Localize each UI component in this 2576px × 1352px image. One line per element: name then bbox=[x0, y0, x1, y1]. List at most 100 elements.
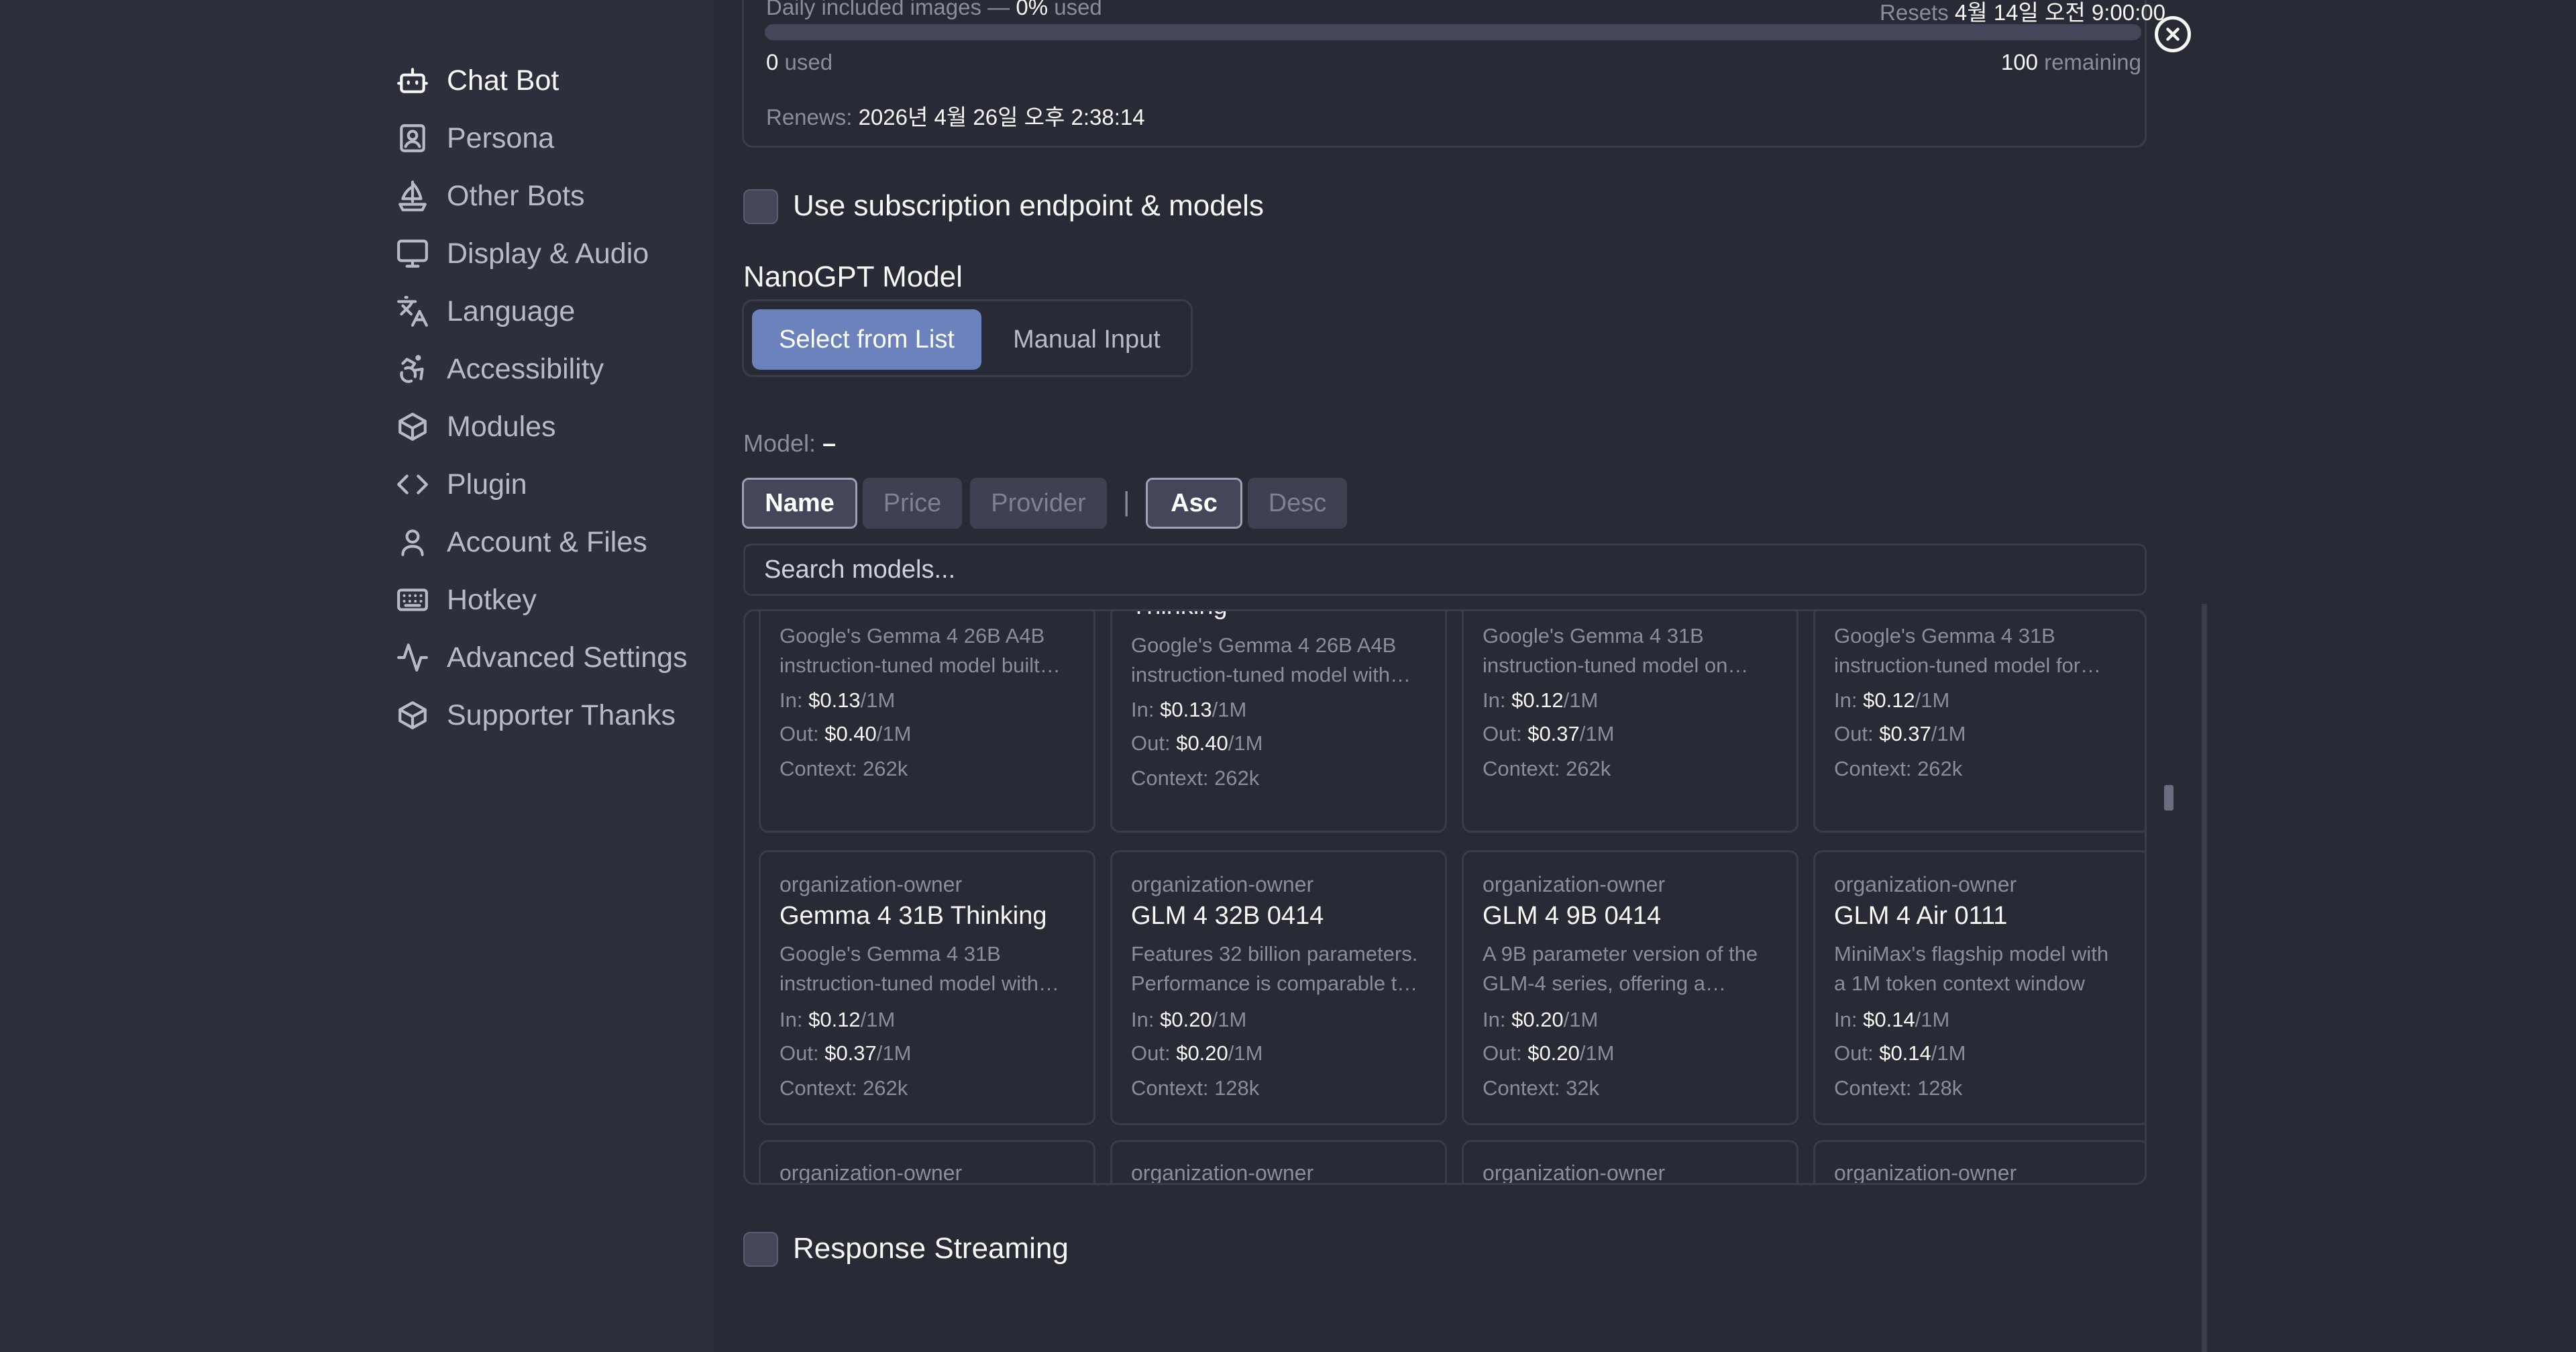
model-description: Google's Gemma 4 31B instruction-tuned mo… bbox=[780, 939, 1081, 998]
sidebar-item-label: Account & Files bbox=[447, 525, 647, 558]
sidebar-item-plugin[interactable]: Plugin bbox=[396, 461, 527, 508]
model-card[interactable]: Google's Gemma 4 31B instruction-tuned mo… bbox=[1813, 611, 2145, 833]
model-input-price: In: $0.20/1M bbox=[1483, 1008, 1598, 1032]
model-input-price: In: $0.12/1M bbox=[780, 1008, 895, 1032]
sort-by-price-button[interactable]: Price bbox=[863, 478, 962, 529]
model-context: Context: 262k bbox=[1131, 766, 1259, 790]
package-icon bbox=[398, 413, 427, 441]
model-card[interactable]: organization-owner bbox=[1110, 1140, 1447, 1185]
selected-model-value: – bbox=[822, 429, 837, 457]
model-card[interactable]: organization-owner bbox=[1462, 1140, 1799, 1183]
sort-by-provider-button[interactable]: Provider bbox=[970, 478, 1107, 529]
model-card[interactable]: organization-owner bbox=[759, 1140, 1095, 1183]
price-unit: /1M bbox=[1212, 698, 1247, 721]
sidebar-item-hotkey[interactable]: Hotkey bbox=[396, 576, 537, 623]
sidebar-item-account-files[interactable]: Account & Files bbox=[396, 519, 647, 566]
input-price-value: $0.20 bbox=[1160, 1008, 1212, 1031]
search-models-input[interactable] bbox=[743, 543, 2147, 596]
usage-title: Daily included images — 0% used bbox=[766, 0, 1102, 20]
sidebar-item-chat-bot[interactable]: Chat Bot bbox=[396, 57, 559, 104]
price-unit: /1M bbox=[876, 1041, 912, 1065]
subscription-checkbox[interactable] bbox=[743, 189, 778, 224]
model-card[interactable]: Thinking Google's Gemma 4 26B A4B instruc… bbox=[1110, 611, 1447, 833]
model-owner: organization-owner bbox=[1131, 1161, 1314, 1185]
model-card[interactable]: organization-owner Gemma 4 31B Thinking … bbox=[759, 850, 1095, 1125]
context-label: Context: bbox=[1483, 1076, 1566, 1100]
output-price-value: $0.40 bbox=[1176, 731, 1228, 755]
output-price-value: $0.37 bbox=[1879, 722, 1931, 745]
model-output-price: Out: $0.40/1M bbox=[780, 722, 911, 746]
price-unit: /1M bbox=[860, 688, 896, 712]
sort-separator: | bbox=[1123, 487, 1130, 517]
input-price-value: $0.13 bbox=[1160, 698, 1212, 721]
sidebar-item-accessibility[interactable]: Accessibility bbox=[396, 346, 604, 393]
model-grid-scrollbar[interactable] bbox=[2164, 785, 2174, 811]
input-price-value: $0.12 bbox=[808, 1008, 861, 1031]
input-price-label: In: bbox=[1834, 1008, 1864, 1031]
close-button[interactable] bbox=[2155, 16, 2191, 52]
sidebar-item-display-audio[interactable]: Display & Audio bbox=[396, 230, 649, 277]
sidebar-item-language[interactable]: Language bbox=[396, 288, 575, 335]
output-price-label: Out: bbox=[1483, 1041, 1528, 1065]
model-card[interactable]: Google's Gemma 4 31B instruction-tuned mo… bbox=[1462, 611, 1799, 833]
model-card[interactable]: organization-owner GLM 4 32B 0414 Featur… bbox=[1110, 850, 1447, 1125]
model-input-price: In: $0.14/1M bbox=[1834, 1008, 1949, 1032]
language-icon bbox=[397, 296, 428, 327]
price-unit: /1M bbox=[1579, 1041, 1615, 1065]
usage-progress-bar bbox=[765, 24, 2141, 40]
model-card[interactable]: organization-owner GLM 4 Air 0111 MiniMa… bbox=[1813, 850, 2145, 1125]
context-value: 262k bbox=[863, 757, 908, 780]
model-name: Gemma 4 31B Thinking bbox=[780, 902, 1047, 930]
price-unit: /1M bbox=[1931, 1041, 1966, 1065]
model-context: Context: 128k bbox=[1834, 1076, 1962, 1100]
sailboat-icon bbox=[398, 180, 427, 211]
package-icon bbox=[398, 701, 427, 729]
page-scrollbar[interactable] bbox=[2202, 604, 2207, 1352]
input-price-label: In: bbox=[1131, 698, 1161, 721]
context-label: Context: bbox=[1834, 757, 1918, 780]
model-description: Google's Gemma 4 26B A4B instruction-tune… bbox=[1131, 631, 1433, 690]
sort-by-name-button[interactable]: Name bbox=[742, 478, 857, 529]
sidebar-item-other-bots[interactable]: Other Bots bbox=[396, 172, 585, 219]
model-card[interactable]: Google's Gemma 4 26B A4B instruction-tune… bbox=[759, 611, 1095, 833]
usage-remaining-value: 100 bbox=[2000, 50, 2038, 74]
tab-manual-input[interactable]: Manual Input bbox=[989, 309, 1184, 370]
sidebar-item-modules[interactable]: Modules bbox=[396, 403, 556, 450]
model-description-line: instruction-tuned model with… bbox=[780, 972, 1059, 995]
usage-renews: Renews: 2026년 4월 26일 오후 2:38:14 bbox=[766, 99, 1145, 132]
input-price-value: $0.14 bbox=[1863, 1008, 1915, 1031]
context-value: 128k bbox=[1214, 1076, 1260, 1100]
sidebar-item-label: Modules bbox=[447, 410, 556, 443]
model-output-price: Out: $0.14/1M bbox=[1834, 1041, 1966, 1065]
input-price-label: In: bbox=[1483, 1008, 1512, 1031]
input-price-label: In: bbox=[1131, 1008, 1161, 1031]
sidebar-item-label: Hotkey bbox=[447, 583, 537, 616]
context-label: Context: bbox=[1131, 1076, 1215, 1100]
model-card[interactable]: organization-owner GLM 4 9B 0414 A 9B pa… bbox=[1462, 850, 1799, 1125]
model-description: Google's Gemma 4 31B instruction-tuned mo… bbox=[1834, 621, 2136, 680]
sort-desc-button[interactable]: Desc bbox=[1248, 478, 1347, 529]
model-card[interactable]: organization-owner bbox=[1813, 1140, 2145, 1183]
model-owner: organization-owner bbox=[1834, 872, 2017, 896]
user-icon bbox=[401, 529, 424, 556]
sidebar-item-label: Accessibility bbox=[447, 352, 604, 385]
model-owner: organization-owner bbox=[780, 872, 963, 896]
input-price-value: $0.12 bbox=[1511, 688, 1564, 712]
sidebar-item-supporter-thanks[interactable]: Supporter Thanks bbox=[396, 692, 676, 739]
tab-select-from-list[interactable]: Select from List bbox=[752, 309, 981, 370]
sidebar-item-advanced-settings[interactable]: Advanced Settings bbox=[396, 634, 688, 681]
input-price-label: In: bbox=[780, 688, 809, 712]
price-unit: /1M bbox=[860, 1008, 896, 1031]
input-price-value: $0.13 bbox=[808, 688, 861, 712]
activity-icon bbox=[397, 643, 428, 672]
sort-asc-button[interactable]: Asc bbox=[1146, 478, 1242, 529]
model-context: Context: 128k bbox=[1131, 1076, 1259, 1100]
model-output-price: Out: $0.20/1M bbox=[1483, 1041, 1614, 1065]
selected-model-label: Model: bbox=[743, 429, 816, 457]
response-streaming-checkbox[interactable] bbox=[743, 1232, 778, 1267]
model-description-line: instruction-tuned model built… bbox=[780, 654, 1061, 677]
output-price-value: $0.14 bbox=[1879, 1041, 1931, 1065]
sidebar-item-label: Supporter Thanks bbox=[447, 698, 676, 731]
model-description: MiniMax's flagship model with a 1M token … bbox=[1834, 939, 2136, 998]
sidebar-item-persona[interactable]: Persona bbox=[396, 115, 554, 162]
